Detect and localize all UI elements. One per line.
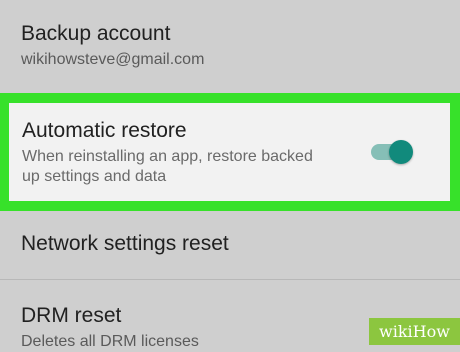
drm-reset-title: DRM reset xyxy=(21,304,122,327)
automatic-restore-toggle[interactable] xyxy=(371,140,417,164)
network-settings-reset-title: Network settings reset xyxy=(21,232,229,255)
backup-account-item[interactable]: Backup account wikihowsteve@gmail.com xyxy=(0,0,460,90)
automatic-restore-title: Automatic restore xyxy=(22,119,187,142)
drm-reset-description: Deletes all DRM licenses xyxy=(21,333,199,350)
network-settings-reset-item[interactable]: Network settings reset xyxy=(0,212,460,278)
automatic-restore-item[interactable]: Automatic restore When reinstalling an a… xyxy=(9,103,450,201)
backup-account-email: wikihowsteve@gmail.com xyxy=(21,51,205,68)
automatic-restore-description: When reinstalling an app, restore backed… xyxy=(22,148,313,185)
wikihow-watermark: wikiHow xyxy=(369,318,460,345)
toggle-thumb xyxy=(389,140,413,164)
backup-account-title: Backup account xyxy=(21,22,171,45)
